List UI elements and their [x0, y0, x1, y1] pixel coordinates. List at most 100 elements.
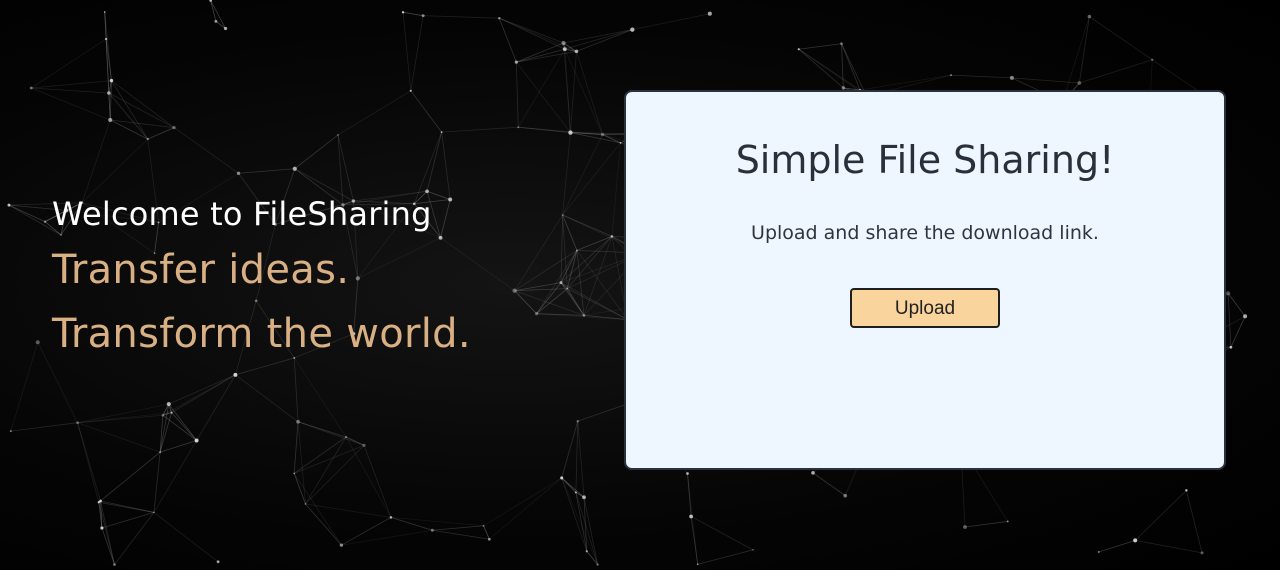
- tagline-line-1: Transfer ideas.: [52, 247, 350, 293]
- network-line: [215, 20, 226, 29]
- network-line: [951, 74, 1012, 79]
- network-node: [109, 78, 114, 83]
- network-line: [31, 87, 109, 94]
- network-node: [950, 74, 953, 77]
- network-node: [517, 126, 520, 129]
- network-line: [98, 451, 161, 503]
- network-line: [1079, 59, 1153, 84]
- network-line: [297, 421, 347, 438]
- network-line: [632, 13, 710, 31]
- network-line: [563, 29, 633, 44]
- network-line: [173, 127, 239, 174]
- network-line: [31, 80, 112, 89]
- network-node: [514, 60, 518, 64]
- network-line: [345, 436, 392, 518]
- network-node: [585, 550, 588, 553]
- network-line: [77, 422, 161, 453]
- network-node: [337, 134, 339, 136]
- network-line: [337, 90, 411, 136]
- network-node: [29, 86, 33, 90]
- network-line: [238, 168, 295, 174]
- network-node: [686, 472, 689, 475]
- network-node: [1087, 14, 1092, 19]
- network-line: [294, 444, 365, 474]
- network-line: [432, 525, 484, 531]
- network-node: [1097, 551, 1100, 553]
- network-line: [101, 527, 115, 565]
- network-line: [402, 12, 412, 91]
- network-line: [210, 0, 217, 22]
- network-line: [31, 87, 111, 121]
- network-line: [426, 132, 443, 192]
- network-line: [363, 445, 392, 518]
- network-line: [410, 90, 442, 133]
- network-node: [194, 438, 199, 443]
- network-line: [1185, 490, 1203, 553]
- network-line: [564, 49, 571, 133]
- network-line: [402, 11, 424, 17]
- network-line: [483, 525, 490, 540]
- network-line: [159, 404, 170, 453]
- network-node: [696, 563, 699, 566]
- network-node: [482, 524, 485, 527]
- network-line: [171, 374, 236, 413]
- network-node: [582, 495, 586, 500]
- tagline-line-2: Transform the world.: [52, 311, 471, 357]
- network-node: [752, 549, 754, 551]
- network-line: [564, 48, 603, 135]
- hero-section: Welcome to FileSharing Transfer ideas. T…: [52, 190, 612, 366]
- network-node: [345, 436, 348, 438]
- network-node: [600, 132, 605, 137]
- network-node: [576, 419, 580, 423]
- network-line: [101, 512, 155, 529]
- network-line: [1062, 16, 1090, 102]
- network-line: [1227, 292, 1246, 317]
- network-node: [1133, 538, 1138, 543]
- network-node: [108, 117, 113, 123]
- network-line: [171, 412, 197, 441]
- network-line: [964, 521, 1008, 528]
- network-node: [568, 130, 573, 135]
- network-line: [153, 512, 219, 563]
- network-node: [153, 511, 155, 514]
- upload-card: Simple File Sharing! Upload and share th…: [624, 90, 1226, 470]
- card-subtitle: Upload and share the download link.: [751, 222, 1099, 244]
- network-node: [840, 42, 843, 46]
- network-line: [98, 502, 115, 565]
- network-line: [564, 29, 633, 50]
- network-node: [498, 17, 501, 20]
- network-node: [104, 37, 108, 41]
- network-line: [168, 374, 236, 405]
- upload-button[interactable]: Upload: [850, 288, 1000, 328]
- network-node: [630, 27, 635, 32]
- network-line: [111, 80, 149, 140]
- network-node: [574, 49, 579, 54]
- network-node: [100, 526, 104, 530]
- network-node: [76, 421, 79, 425]
- network-node: [707, 11, 712, 16]
- network-line: [235, 374, 299, 423]
- network-node: [103, 11, 106, 13]
- network-node: [9, 430, 12, 433]
- network-line: [305, 503, 342, 546]
- network-line: [860, 74, 952, 91]
- network-node: [401, 11, 405, 14]
- network-line: [841, 43, 844, 88]
- network-line: [410, 15, 424, 91]
- network-node: [1009, 75, 1014, 80]
- network-node: [562, 47, 567, 52]
- network-node: [146, 137, 149, 141]
- network-node: [797, 48, 800, 51]
- network-node: [362, 443, 366, 447]
- network-line: [293, 421, 299, 474]
- network-line: [697, 549, 754, 565]
- network-line: [110, 119, 175, 129]
- network-line: [516, 42, 564, 63]
- network-line: [576, 29, 633, 52]
- network-line: [10, 422, 78, 432]
- network-line: [516, 61, 571, 133]
- network-node: [43, 220, 47, 223]
- network-node: [170, 411, 173, 414]
- network-node: [166, 402, 171, 407]
- network-line: [1135, 539, 1203, 554]
